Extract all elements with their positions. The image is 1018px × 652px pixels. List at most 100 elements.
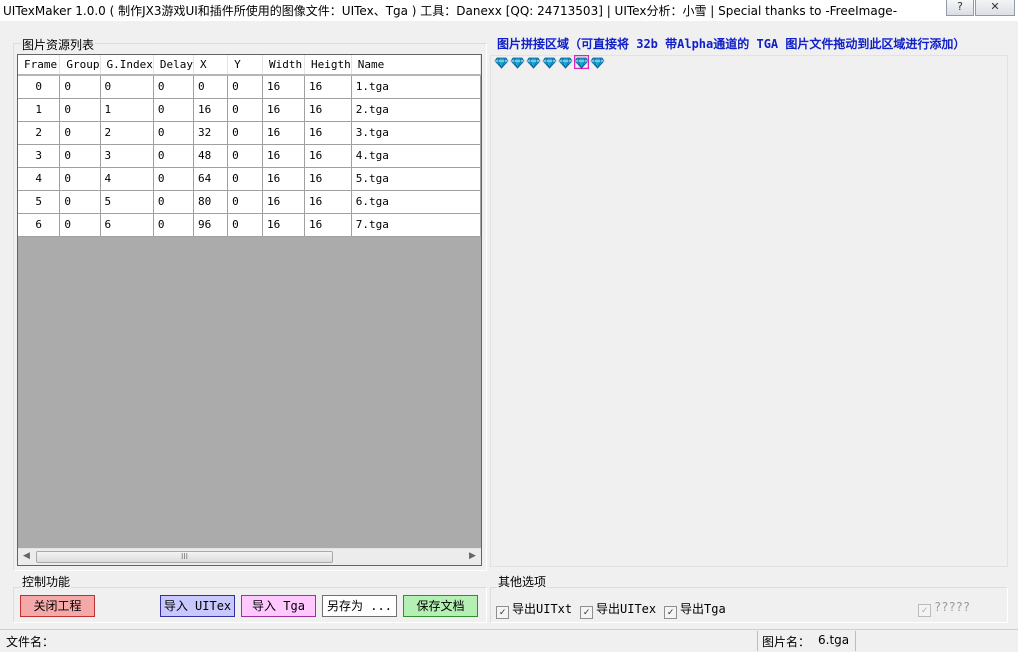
table-cell[interactable]: 0 (59, 75, 101, 99)
table-cell[interactable]: 0 (227, 121, 264, 145)
table-cell[interactable]: 16 (304, 167, 352, 191)
table-cell[interactable]: 32 (193, 121, 229, 145)
table-cell[interactable]: 0 (153, 75, 194, 99)
table-cell[interactable]: 16 (262, 190, 305, 214)
table-cell[interactable]: 0 (193, 75, 229, 99)
table-cell[interactable]: 16 (262, 213, 305, 237)
table-cell[interactable]: 0 (153, 144, 194, 168)
table-cell[interactable]: 3 (18, 144, 61, 168)
table-cell[interactable]: 3 (100, 144, 154, 168)
table-cell[interactable]: 16 (304, 190, 352, 214)
table-cell[interactable]: 0 (153, 98, 194, 122)
import-uitex-button[interactable]: 导入 UITex (160, 595, 235, 617)
table-cell[interactable]: 2.tga (351, 98, 481, 122)
save-document-button[interactable]: 保存文档 (403, 595, 478, 617)
gem-icon[interactable] (494, 55, 509, 69)
table-cell[interactable]: 16 (304, 213, 352, 237)
scroll-left-icon[interactable]: ◀ (23, 551, 30, 561)
table-row[interactable]: 5 0 5 0 80 0 16 16 6.tga (18, 190, 481, 214)
table-cell[interactable]: 2 (18, 121, 61, 145)
table-cell[interactable]: 1 (18, 98, 61, 122)
col-header[interactable]: X (193, 55, 229, 76)
table-cell[interactable]: 6 (100, 213, 154, 237)
table-cell[interactable]: 5 (18, 190, 61, 214)
scroll-right-icon[interactable]: ▶ (469, 551, 476, 561)
table-cell[interactable]: 4 (18, 167, 61, 191)
col-header[interactable]: Name (351, 55, 481, 76)
export-tga-checkbox[interactable]: ✓ 导出Tga (664, 600, 726, 619)
col-header[interactable]: Y (227, 55, 264, 76)
checkbox-check-icon[interactable]: ✓ (580, 606, 593, 619)
gem-icon[interactable] (590, 55, 605, 69)
close-window-button[interactable]: ✕ (975, 0, 1015, 16)
table-row[interactable]: 0 0 0 0 0 0 16 16 1.tga (18, 75, 481, 99)
col-header[interactable]: Delay (153, 55, 194, 76)
gem-icon[interactable] (573, 54, 590, 70)
table-cell[interactable]: 0 (59, 98, 101, 122)
table-cell[interactable]: 0 (227, 75, 264, 99)
table-cell[interactable]: 0 (227, 190, 264, 214)
table-cell[interactable]: 0 (59, 167, 101, 191)
table-cell[interactable]: 0 (227, 167, 264, 191)
table-cell[interactable]: 16 (262, 144, 305, 168)
table-cell[interactable]: 3.tga (351, 121, 481, 145)
table-row[interactable]: 4 0 4 0 64 0 16 16 5.tga (18, 167, 481, 191)
table-cell[interactable]: 48 (193, 144, 229, 168)
save-as-button[interactable]: 另存为 ... (322, 595, 397, 617)
table-cell[interactable]: 0 (59, 121, 101, 145)
import-tga-button[interactable]: 导入 Tga (241, 595, 316, 617)
table-row[interactable]: 6 0 6 0 96 0 16 16 7.tga (18, 213, 481, 237)
table-cell[interactable]: 16 (262, 75, 305, 99)
table-cell[interactable]: 16 (262, 98, 305, 122)
horizontal-scrollbar[interactable]: ◀ III ▶ (18, 548, 481, 565)
table-cell[interactable]: 16 (262, 167, 305, 191)
table-cell[interactable]: 0 (18, 75, 61, 99)
table-cell[interactable]: 16 (304, 121, 352, 145)
col-header[interactable]: Frame (18, 55, 61, 76)
table-cell[interactable]: 64 (193, 167, 229, 191)
table-cell[interactable]: 16 (193, 98, 229, 122)
help-button[interactable]: ? (946, 0, 974, 16)
table-cell[interactable]: 0 (153, 167, 194, 191)
table-cell[interactable]: 5.tga (351, 167, 481, 191)
col-header[interactable]: Width (262, 55, 305, 76)
table-cell[interactable]: 0 (153, 190, 194, 214)
table-cell[interactable]: 0 (59, 190, 101, 214)
table-cell[interactable]: 0 (100, 75, 154, 99)
table-cell[interactable]: 0 (227, 98, 264, 122)
scroll-thumb[interactable]: III (36, 551, 333, 563)
table-cell[interactable]: 6.tga (351, 190, 481, 214)
close-project-button[interactable]: 关闭工程 (20, 595, 95, 617)
export-uitxt-checkbox[interactable]: ✓ 导出UITxt (496, 600, 572, 619)
table-cell[interactable]: 1.tga (351, 75, 481, 99)
table-cell[interactable]: 7.tga (351, 213, 481, 237)
col-header[interactable]: Group (59, 55, 101, 76)
table-cell[interactable]: 0 (59, 144, 101, 168)
table-row[interactable]: 1 0 1 0 16 0 16 16 2.tga (18, 98, 481, 122)
gem-icon[interactable] (558, 55, 573, 69)
table-cell[interactable]: 16 (262, 121, 305, 145)
table-cell[interactable]: 0 (59, 213, 101, 237)
table-cell[interactable]: 4 (100, 167, 154, 191)
table-cell[interactable]: 16 (304, 98, 352, 122)
table-row[interactable]: 3 0 3 0 48 0 16 16 4.tga (18, 144, 481, 168)
table-cell[interactable]: 6 (18, 213, 61, 237)
gem-icon[interactable] (526, 55, 541, 69)
table-cell[interactable]: 16 (304, 144, 352, 168)
col-header[interactable]: G.Index (100, 55, 154, 76)
table-cell[interactable]: 0 (153, 121, 194, 145)
table-cell[interactable]: 16 (304, 75, 352, 99)
checkbox-check-icon[interactable]: ✓ (496, 606, 509, 619)
col-header[interactable]: Heigth (304, 55, 352, 76)
table-cell[interactable]: 0 (227, 144, 264, 168)
table-cell[interactable]: 5 (100, 190, 154, 214)
table-cell[interactable]: 1 (100, 98, 154, 122)
table-cell[interactable]: 80 (193, 190, 229, 214)
stitch-drop-area[interactable] (490, 55, 1008, 567)
table-cell[interactable]: 0 (153, 213, 194, 237)
gem-icon[interactable] (510, 55, 525, 69)
table-row[interactable]: 2 0 2 0 32 0 16 16 3.tga (18, 121, 481, 145)
table-cell[interactable]: 96 (193, 213, 229, 237)
table-cell[interactable]: 4.tga (351, 144, 481, 168)
gem-icon[interactable] (542, 55, 557, 69)
